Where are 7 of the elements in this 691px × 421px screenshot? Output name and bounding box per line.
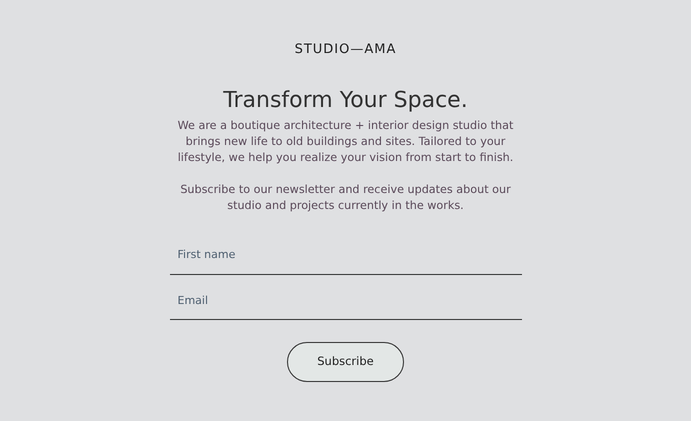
paragraph: Subscribe to our newsletter and receive updates about our studio and projects currently in the works.	[179, 182, 512, 214]
input-field[interactable]: Email	[170, 274, 522, 320]
heading: Transform Your Space.	[222, 88, 469, 114]
paragraph: We are a boutique architecture + interior design studio that brings new life to old buildings and sites. Tailored to your lifestyle, we help you realize your vision from start to finish.	[176, 118, 514, 166]
subscribe-button[interactable]: Subscribe	[287, 342, 404, 382]
logo[interactable]: STUDIO—AMA	[170, 40, 522, 60]
input-field[interactable]: First name	[170, 229, 522, 275]
